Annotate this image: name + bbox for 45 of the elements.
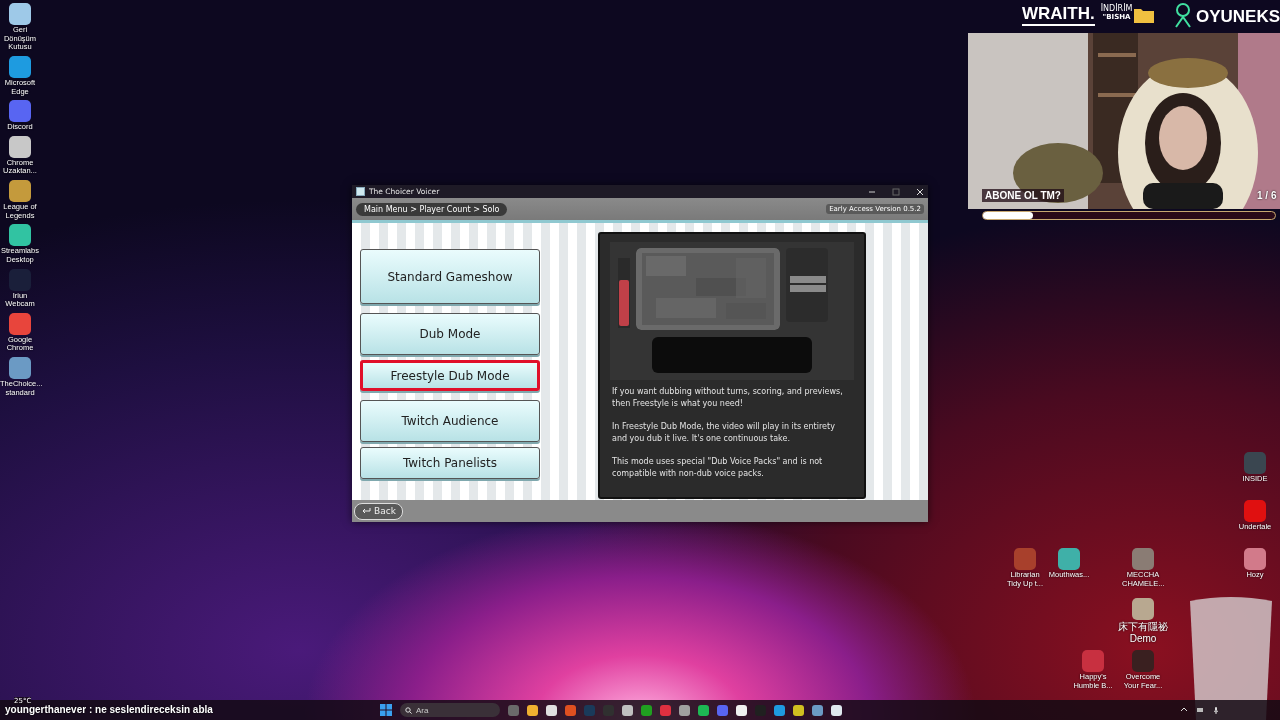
mode-button[interactable]: Freestyle Dub Mode [360,360,540,391]
poll-question: ABONE OL TM? [982,189,1064,202]
sponsor-logo: WRAITH. [1022,4,1095,26]
mascot-icon [1172,2,1194,28]
app-icon [356,187,365,196]
taskbar-app-icon[interactable] [793,704,804,716]
poll-counter: 1 / 6 [1257,190,1277,201]
taskbar-app-icon[interactable] [622,704,633,716]
taskbar-app-icon[interactable] [527,704,538,716]
app-icon[interactable] [9,180,31,202]
app-icon[interactable] [9,312,31,335]
description-text: If you want dubbing without turns, scoring, and previews, then Freestyle is what you need! [612,386,844,410]
taskbar-app-icon[interactable] [831,704,842,716]
mode-button[interactable]: Twitch Panelists [360,447,540,479]
mode-button[interactable]: Twitch Audience [360,400,540,442]
search-field[interactable]: Ara [400,703,500,717]
mode-button[interactable]: Dub Mode [360,313,540,355]
app-icon[interactable] [9,3,31,25]
taskbar-app-icon[interactable] [736,704,747,716]
icon-label: 床下有隱祕 Demo [1117,621,1169,644]
app-icon[interactable] [9,224,31,247]
return-arrow-icon [361,507,371,515]
app-icon[interactable] [9,135,31,158]
network-icon[interactable] [1196,706,1204,714]
chat-message: youngerthanever : ne seslendireceksin abla [5,704,213,715]
taskbar-app-icon[interactable] [698,704,709,716]
microphone-icon[interactable] [1212,706,1220,714]
taskbar-app-icon[interactable] [679,704,690,716]
folder-icon [1133,6,1155,24]
description-text: This mode uses special "Dub Voice Packs" and is not compatible with non-dub voice packs. [612,456,824,480]
app-icon[interactable] [9,357,31,379]
back-button[interactable]: Back [354,502,403,520]
mode-button[interactable]: Standard Gameshow [360,249,540,304]
close-icon[interactable] [916,187,924,196]
chevron-up-icon[interactable] [1180,706,1188,714]
start-icon[interactable] [380,704,392,716]
app-icon[interactable] [9,55,31,78]
taskbar-app-icon[interactable] [812,704,823,716]
search-icon [405,706,412,714]
meter-drawing [618,258,630,328]
breadcrumb: Main Menu > Player Count > Solo [356,202,508,216]
taskbar-app-icon[interactable] [546,704,557,716]
description-text: In Freestyle Dub Mode, the video will play in its entirety and you dub it live. It's one continuous take. [612,421,836,445]
brand-logo: OYUNEKS [1196,7,1280,27]
promo-label: İNDİRİM [1100,4,1133,13]
